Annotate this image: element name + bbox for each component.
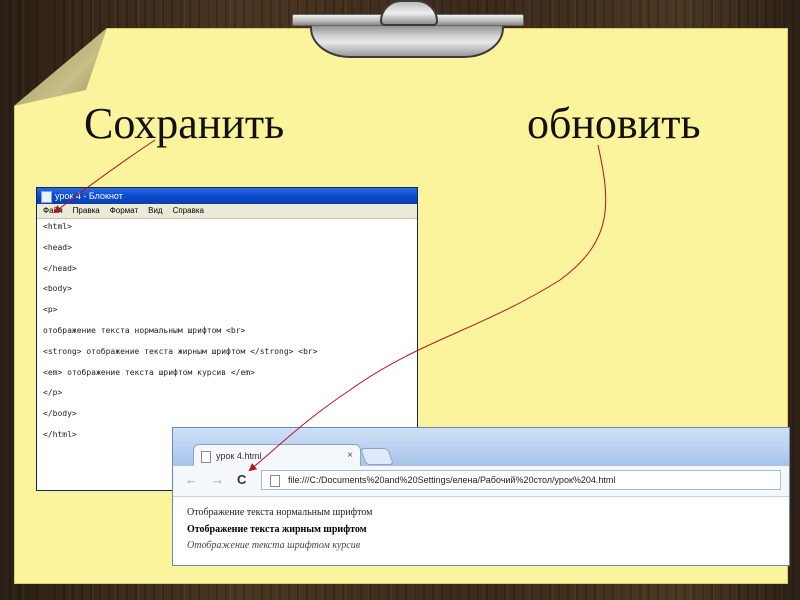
code-line: отображение текста нормальным шрифтом <b…: [43, 325, 246, 335]
close-icon[interactable]: ×: [347, 445, 353, 467]
address-url: file:///C:/Documents%20and%20Settings/ел…: [288, 475, 616, 485]
menu-file[interactable]: Файл: [43, 204, 63, 218]
code-line: </head>: [43, 263, 77, 273]
refresh-label: обновить: [527, 99, 701, 148]
page-icon: [201, 451, 211, 463]
page-icon: [270, 475, 280, 487]
new-tab-button[interactable]: [359, 448, 395, 465]
back-arrow-icon[interactable]: ←: [185, 472, 198, 487]
menu-help[interactable]: Справка: [173, 204, 204, 218]
address-bar[interactable]: file:///C:/Documents%20and%20Settings/ел…: [261, 470, 781, 490]
code-line: <html>: [43, 222, 72, 231]
binder-clip-icon: [292, 0, 524, 62]
code-line: </p>: [43, 388, 63, 398]
code-line: </body>: [43, 409, 77, 419]
tab-title: урок 4.html: [216, 451, 262, 461]
code-line: <head>: [43, 242, 72, 252]
code-line: <body>: [43, 284, 72, 294]
menu-view[interactable]: Вид: [148, 204, 162, 218]
notepad-text-area[interactable]: <html> <head> </head> <body> <p> отображ…: [37, 219, 417, 452]
normal-text-line: Отображение текста нормальным шрифтом: [187, 507, 373, 518]
browser-tab[interactable]: урок 4.html ×: [193, 444, 361, 466]
reload-icon[interactable]: C: [237, 472, 246, 487]
forward-arrow-icon[interactable]: →: [211, 472, 224, 487]
notepad-title-bar: урок 4 - Блокнот: [37, 188, 417, 204]
notepad-menu-bar: Файл Правка Формат Вид Справка: [37, 204, 417, 219]
save-label: Сохранить: [84, 99, 285, 148]
menu-edit[interactable]: Правка: [73, 204, 100, 218]
browser-toolbar: ← → C file:///C:/Documents%20and%20Setti…: [173, 466, 789, 497]
notepad-app-icon: [41, 191, 52, 203]
menu-format[interactable]: Формат: [110, 204, 138, 218]
code-line: <strong> отображение текста жирным шрифт…: [43, 346, 318, 356]
bold-text-line: Отображение текста жирным шрифтом: [187, 523, 367, 535]
code-line: <em> отображение текста шрифтом курсив <…: [43, 367, 255, 377]
browser-page-content: Отображение текста нормальным шрифтом От…: [173, 497, 789, 563]
browser-window: урок 4.html × ← → C file:///C:/Documents…: [172, 427, 790, 566]
italic-text-line: Отображение текста шрифтом курсив: [187, 540, 361, 551]
notepad-title: урок 4 - Блокнот: [55, 191, 123, 201]
browser-tab-bar: урок 4.html ×: [173, 428, 789, 466]
code-line: <p>: [43, 305, 58, 315]
